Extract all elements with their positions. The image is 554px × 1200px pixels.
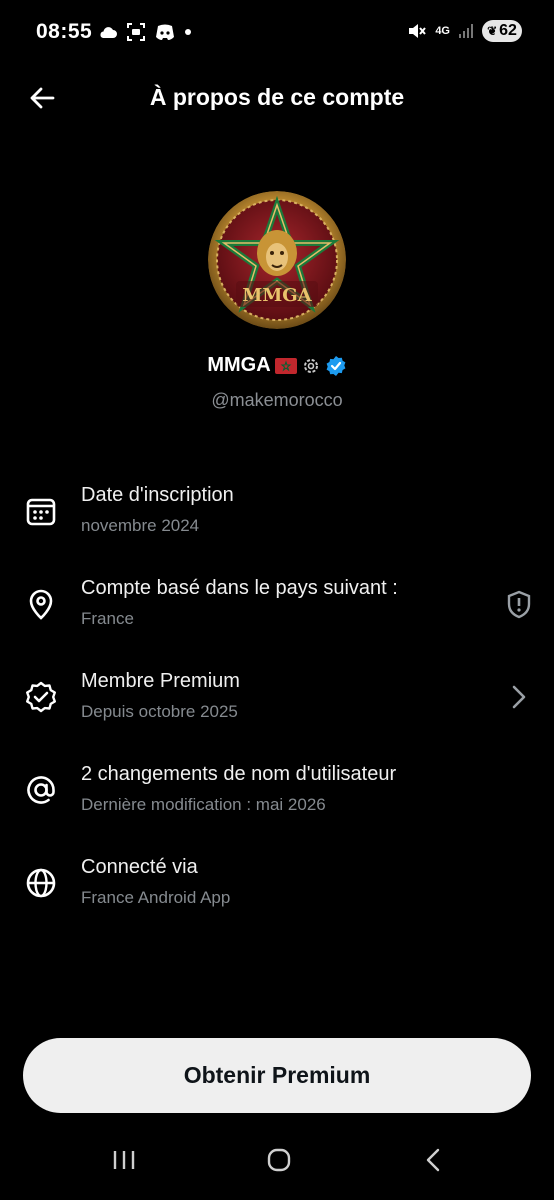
network-type: 4G [435,25,450,37]
home-icon [267,1148,291,1172]
recent-apps-icon [113,1151,135,1169]
at-sign-icon [27,776,55,804]
battery-leaf-icon: ❦ [487,24,498,38]
verified-badge-icon [326,355,346,376]
account-info-list: Date d'inscription novembre 2024 Compte … [0,466,554,931]
page-title: À propos de ce compte [149,84,405,110]
item-title: Connecté via [81,856,198,878]
item-title: 2 changements de nom d'utilisateur [81,763,397,785]
item-title: Membre Premium [81,670,240,692]
item-title: Compte basé dans le pays suivant : [81,577,398,599]
avatar-emblem-text: MMGA [242,285,312,306]
battery-indicator: ❦ 62 [482,20,522,42]
discord-icon [156,24,174,40]
verified-badge-outline-icon [26,681,56,713]
chevron-right-icon [512,685,526,709]
list-item-country[interactable]: Compte basé dans le pays suivant : Franc… [0,559,554,652]
display-name: MMGA [207,354,271,376]
item-subtitle: Dernière modification : mai 2026 [81,795,326,814]
status-left-icons [98,22,192,42]
calendar-icon [26,498,56,526]
name-row: MMGA [0,354,554,377]
list-item-username-changes[interactable]: 2 changements de nom d'utilisateur Derni… [0,745,554,838]
status-time: 08:55 [36,20,93,43]
system-nav-bar [0,1130,554,1200]
status-bar: 08:55 4G ❦ 62 [0,0,554,64]
item-subtitle: France [81,609,134,628]
item-subtitle: France Android App [81,888,231,907]
user-handle: @makemorocco [211,390,343,410]
item-title: Date d'inscription [81,484,234,506]
battery-level: 62 [499,22,517,39]
home-button[interactable] [254,1142,304,1178]
get-premium-button[interactable]: Obtenir Premium [23,1038,531,1113]
item-subtitle: novembre 2024 [81,516,200,535]
status-right-icons: 4G ❦ 62 [407,20,522,42]
notification-dot-icon [185,29,191,35]
item-subtitle: Depuis octobre 2025 [81,702,238,721]
avatar[interactable]: MMGA [208,191,346,329]
morocco-flag-icon [274,357,297,374]
chevron-left-icon [426,1148,440,1172]
mute-icon [409,24,427,38]
cloud-icon [100,27,117,38]
list-item-join-date[interactable]: Date d'inscription novembre 2024 [0,466,554,559]
header: À propos de ce compte [0,70,554,126]
screenshot-icon [127,23,145,41]
globe-icon [26,868,56,898]
automated-gear-icon [303,358,318,373]
mmga-emblem-image: MMGA [208,191,346,329]
system-back-button[interactable] [409,1142,459,1178]
shield-icon[interactable] [504,589,534,619]
signal-icon [459,24,473,38]
recent-apps-button[interactable] [99,1142,149,1178]
location-pin-icon [29,589,53,620]
list-item-premium[interactable]: Membre Premium Depuis octobre 2025 [0,652,554,745]
list-item-connected-via[interactable]: Connecté via France Android App [0,838,554,931]
